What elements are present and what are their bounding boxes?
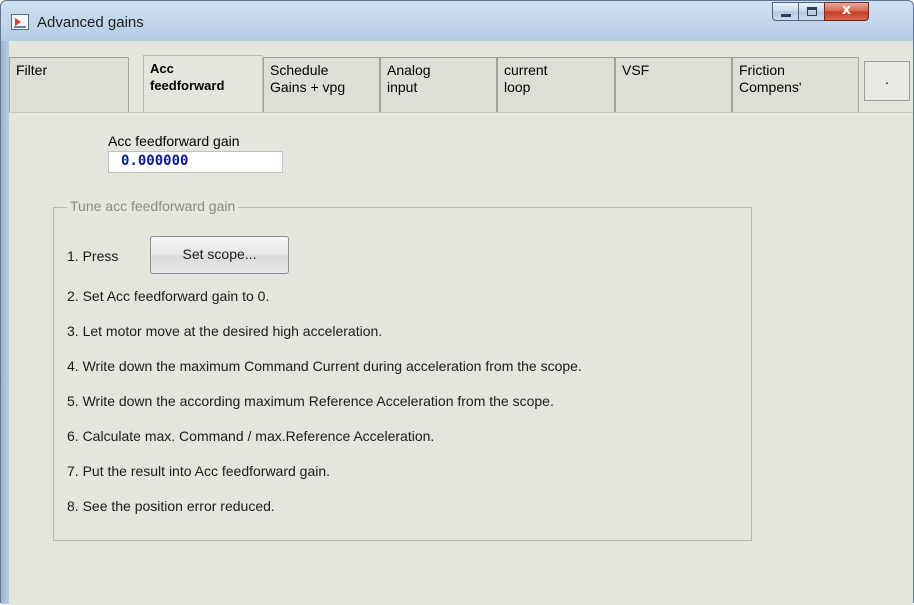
app-icon (11, 14, 29, 30)
tab-label: Friction Compens' (739, 62, 802, 95)
acc-feedforward-panel: Acc feedforward gain 0.000000 Tune acc f… (9, 112, 913, 605)
minimize-button[interactable] (772, 2, 799, 21)
step-text: 3. Let motor move at the desired high ac… (67, 323, 383, 339)
minimize-icon (781, 14, 791, 17)
tab-label: current loop (504, 62, 548, 95)
tab-label: Schedule Gains + vpg (270, 62, 346, 95)
tab-strip: Filter Acc feedforward Schedule Gains + … (9, 55, 913, 114)
tune-group-box: Tune acc feedforward gain 1. Press Set s… (53, 198, 752, 541)
tab-schedule-gains[interactable]: Schedule Gains + vpg (263, 57, 380, 112)
tab-label: Filter (16, 62, 48, 78)
client-area: Filter Acc feedforward Schedule Gains + … (9, 41, 913, 605)
step-text: 8. See the position error reduced. (67, 498, 275, 514)
acc-feedforward-gain-field[interactable]: 0.000000 (108, 151, 283, 173)
step-text: 6. Calculate max. Command / max.Referenc… (67, 428, 435, 444)
close-icon: x (841, 2, 852, 18)
acc-feedforward-gain-label: Acc feedforward gain (108, 133, 240, 149)
tab-acc-feedforward[interactable]: Acc feedforward (143, 55, 263, 114)
tune-group-title: Tune acc feedforward gain (67, 198, 239, 214)
tab-friction-compens[interactable]: Friction Compens' (732, 57, 859, 112)
step-text: 7. Put the result into Acc feedforward g… (67, 463, 331, 479)
tab-current-loop[interactable]: current loop (497, 57, 615, 112)
tab-analog-input[interactable]: Analog input (380, 57, 497, 112)
close-button[interactable]: x (824, 2, 869, 21)
maximize-button[interactable] (798, 2, 825, 21)
tab-label: Acc feedforward (150, 61, 225, 93)
tab-label: VSF (622, 62, 650, 78)
tab-label: Analog input (387, 62, 431, 95)
window-title: Advanced gains (37, 14, 144, 31)
advanced-gains-window: Advanced gains x Filter Acc feedforward … (0, 0, 914, 605)
step-text: 2. Set Acc feedforward gain to 0. (67, 288, 270, 304)
step-text: 5. Write down the according maximum Refe… (67, 393, 554, 409)
maximize-icon (807, 7, 817, 16)
tab-filter[interactable]: Filter (9, 57, 129, 112)
set-scope-button[interactable]: Set scope... (150, 236, 289, 274)
tab-scroll-button[interactable]: . (864, 61, 910, 101)
tab-vsf[interactable]: VSF (615, 57, 732, 112)
step-text: 4. Write down the maximum Command Curren… (67, 358, 582, 374)
window-border-left (1, 41, 9, 604)
step-1-text: 1. Press (67, 248, 119, 264)
title-bar[interactable]: Advanced gains x (1, 1, 913, 41)
